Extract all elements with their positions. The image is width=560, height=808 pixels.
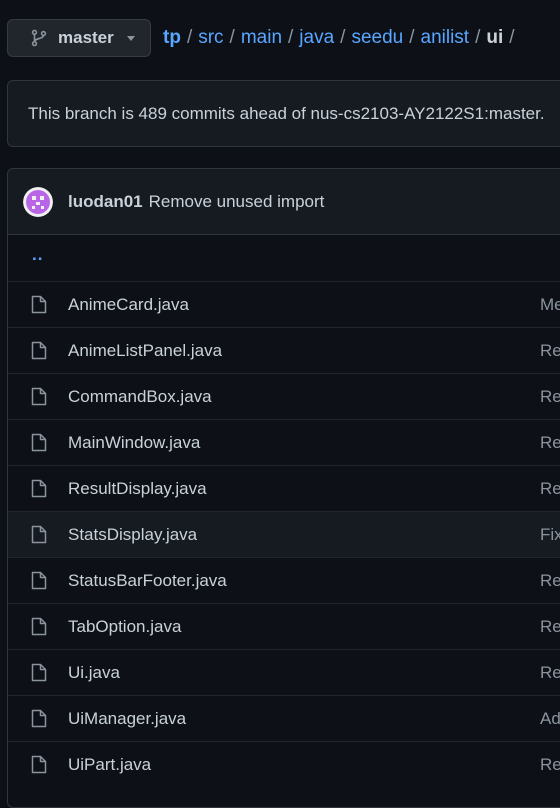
breadcrumb-link-java[interactable]: java	[299, 27, 334, 49]
branch-ahead-notice: This branch is 489 commits ahead of nus-…	[7, 80, 560, 147]
file-name-link[interactable]: ResultDisplay.java	[68, 479, 207, 499]
file-icon	[31, 433, 47, 452]
breadcrumb-link-tp[interactable]: tp	[163, 27, 181, 49]
file-name-link[interactable]: UiPart.java	[68, 755, 151, 775]
file-row[interactable]: ResultDisplay.java Re	[8, 465, 560, 511]
commit-message-link[interactable]: Remove unused import	[149, 192, 325, 212]
file-icon	[31, 571, 47, 590]
file-commit-message[interactable]: Re	[540, 479, 560, 499]
breadcrumb-link-seedu[interactable]: seedu	[351, 27, 403, 49]
file-name-link[interactable]: TabOption.java	[68, 617, 181, 637]
file-name-link[interactable]: CommandBox.java	[68, 387, 212, 407]
file-name-link[interactable]: AnimeListPanel.java	[68, 341, 222, 361]
file-name-link[interactable]: StatusBarFooter.java	[68, 571, 227, 591]
breadcrumb-separator: /	[229, 27, 235, 48]
file-row[interactable]: AnimeListPanel.java Re	[8, 327, 560, 373]
file-row[interactable]: StatsDisplay.java Fix	[8, 511, 560, 557]
file-icon	[31, 479, 47, 498]
file-commit-message[interactable]: Re	[540, 617, 560, 637]
file-commit-message[interactable]: Re	[540, 387, 560, 407]
breadcrumb-separator: /	[509, 27, 515, 48]
parent-directory-row[interactable]: ..	[8, 235, 560, 281]
file-commit-message[interactable]: Re	[540, 663, 560, 683]
file-commit-message[interactable]: Re	[540, 433, 560, 453]
file-name-link[interactable]: StatsDisplay.java	[68, 525, 197, 545]
commit-author-link[interactable]: luodan01	[68, 192, 143, 212]
file-commit-message[interactable]: Re	[540, 571, 560, 591]
repo-toolbar: master tp / src / main / java / seedu / …	[0, 0, 560, 80]
file-row[interactable]: MainWindow.java Re	[8, 419, 560, 465]
breadcrumb-link-anilist[interactable]: anilist	[421, 27, 470, 49]
file-commit-message[interactable]: Fix	[540, 525, 560, 545]
file-icon	[31, 525, 47, 544]
breadcrumb-separator: /	[186, 27, 193, 48]
breadcrumb-separator: /	[475, 27, 481, 48]
file-row[interactable]: TabOption.java Re	[8, 603, 560, 649]
file-row[interactable]: UiPart.java Re	[8, 741, 560, 787]
file-commit-message[interactable]: Re	[540, 341, 560, 361]
branch-selector-button[interactable]: master	[7, 19, 151, 57]
git-branch-icon	[31, 29, 47, 47]
file-icon	[31, 341, 47, 360]
parent-directory-link[interactable]: ..	[32, 245, 43, 265]
file-row[interactable]: Ui.java Re	[8, 649, 560, 695]
file-row[interactable]: StatusBarFooter.java Re	[8, 557, 560, 603]
breadcrumb-link-src[interactable]: src	[198, 27, 223, 49]
file-icon	[31, 709, 47, 728]
breadcrumb-current: ui	[486, 27, 504, 48]
breadcrumb-separator: /	[288, 27, 294, 48]
chevron-down-icon	[126, 35, 135, 41]
breadcrumb-separator: /	[340, 27, 346, 48]
file-icon	[31, 755, 47, 774]
file-name-link[interactable]: MainWindow.java	[68, 433, 200, 453]
breadcrumb-separator: /	[409, 27, 415, 48]
file-name-link[interactable]: AnimeCard.java	[68, 295, 189, 315]
file-icon	[31, 387, 47, 406]
file-icon	[31, 663, 47, 682]
file-icon	[31, 295, 47, 314]
file-icon	[31, 617, 47, 636]
branch-ahead-text: This branch is 489 commits ahead of nus-…	[28, 103, 545, 123]
branch-name: master	[58, 28, 114, 47]
avatar[interactable]	[23, 186, 53, 217]
file-name-link[interactable]: Ui.java	[68, 663, 120, 683]
file-commit-message[interactable]: Ad	[540, 709, 560, 729]
breadcrumb: tp / src / main / java / seedu / anilist…	[163, 27, 521, 49]
file-commit-message[interactable]: Me	[540, 295, 560, 315]
breadcrumb-link-main[interactable]: main	[241, 27, 282, 49]
latest-commit-bar: luodan01 Remove unused import	[8, 169, 560, 235]
file-name-link[interactable]: UiManager.java	[68, 709, 186, 729]
file-row[interactable]: UiManager.java Ad	[8, 695, 560, 741]
file-row[interactable]: AnimeCard.java Me	[8, 281, 560, 327]
file-commit-message[interactable]: Re	[540, 755, 560, 775]
file-row[interactable]: CommandBox.java Re	[8, 373, 560, 419]
file-list: luodan01 Remove unused import .. AnimeCa…	[7, 168, 560, 808]
